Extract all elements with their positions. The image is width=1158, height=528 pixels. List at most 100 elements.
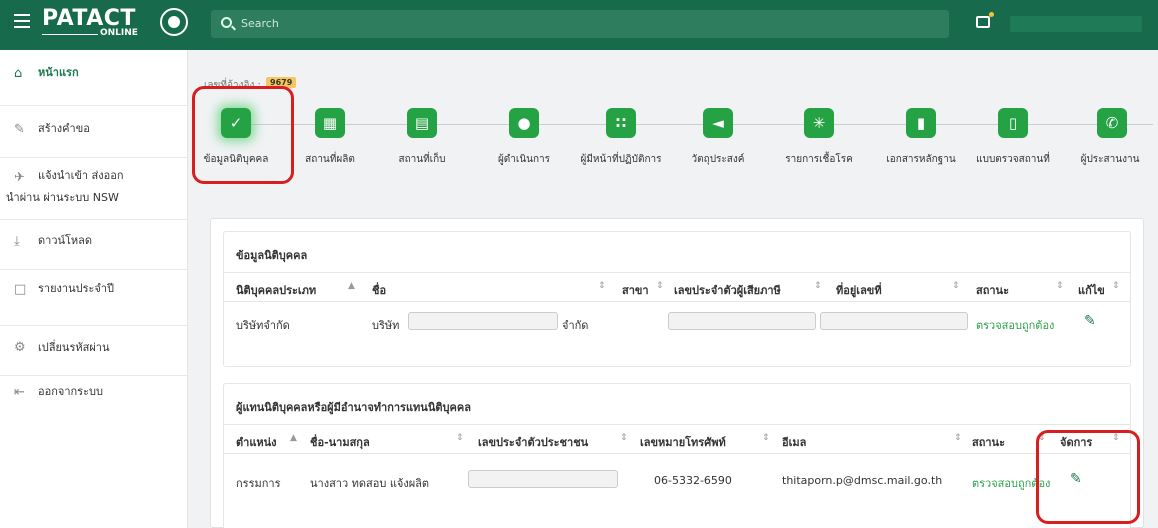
sidebar-item-label: ออกจากระบบ [38,385,103,398]
clipboard-icon: ▯ [1008,114,1018,132]
step-operator[interactable]: ● [509,108,539,138]
users-icon: ∷ [615,114,627,132]
representative-card: ผู้แทนนิติบุคคลหรือผู้มีอำนาจทำการแทนนิต… [223,383,1131,528]
notification-icon[interactable] [976,12,994,28]
step-label: สถานที่เก็บ [398,154,446,165]
step-site-inspection[interactable]: ▯ [998,108,1028,138]
phone-cell: 06-5332-6590 [654,474,732,487]
column-header[interactable]: อีเมล [782,433,806,451]
sort-icon[interactable]: ⇕ [656,281,664,291]
email-cell: thitaporn.p@dmsc.mail.go.th [782,474,943,487]
sidebar-item-label: รายงานประจำปี [38,282,115,295]
sidebar-item-label-line2: นำผ่าน ผ่านระบบ NSW [6,191,119,204]
sort-icon[interactable]: ⇕ [598,281,606,291]
column-header[interactable]: ชื่อ [372,281,386,299]
column-header[interactable]: สาขา [622,281,649,299]
sort-icon[interactable]: ⇕ [814,281,822,291]
sort-icon[interactable]: ⇕ [1056,281,1064,291]
sort-icon[interactable]: ▲ [348,281,355,291]
card-title: ผู้แทนนิติบุคคลหรือผู้มีอำนาจทำการแทนนิต… [236,401,471,414]
home-icon: ⌂ [14,66,23,81]
type-cell: บริษัทจำกัด [236,319,290,332]
step-evidence-documents[interactable]: ▮ [906,108,936,138]
sort-icon[interactable]: ⇕ [456,433,464,443]
step-label: เอกสารหลักฐาน [886,154,956,165]
table-header: นิติบุคคลประเภท ▲ ชื่อ ⇕ สาขา ⇕ เลขประจำ… [224,272,1130,302]
patact-logo[interactable]: PATACT ONLINE [42,6,190,42]
sidebar-item-home[interactable]: ⌂ หน้าแรก [0,50,187,106]
step-storage-site[interactable]: ▤ [407,108,437,138]
sidebar-item-change-password[interactable]: ⚙ เปลี่ยนรหัสผ่าน [0,326,187,376]
step-label: ผู้ดำเนินการ [497,154,551,165]
column-header[interactable]: เลขประจำตัวผู้เสียภาษี [674,281,781,299]
position-cell: กรรมการ [236,477,281,490]
search-placeholder: Search [241,17,279,30]
sidebar-item-label: หน้าแรก [38,66,79,79]
step-coordinator[interactable]: ✆ [1097,108,1127,138]
juristic-person-card: ข้อมูลนิติบุคคล นิติบุคคลประเภท ▲ ชื่อ ⇕… [223,231,1131,367]
edit-icon[interactable]: ✎ [1084,314,1098,328]
sort-icon[interactable]: ⇕ [954,433,962,443]
citizen-id-field[interactable] [468,470,618,488]
column-header[interactable]: สถานะ [972,433,1005,451]
plane-icon: ✈ [14,170,25,185]
column-header[interactable]: ที่อยู่เลขที่ [836,281,882,299]
column-header[interactable]: แก้ไข [1078,281,1105,299]
sort-icon[interactable]: ⇕ [1112,281,1120,291]
logo-subtext: ONLINE [100,28,138,38]
top-bar: PATACT ONLINE Search [0,0,1158,50]
fullname-cell: นางสาว ทดสอบ แจ้งผลิต [310,477,430,490]
sidebar-item-download[interactable]: ⤓ ดาวน์โหลด [0,220,187,270]
sort-icon[interactable]: ⇕ [620,433,628,443]
tax-id-field[interactable] [668,312,816,330]
step-label: ผู้มีหน้าที่ปฏิบัติการ [580,154,662,165]
column-header[interactable]: เลขประจำตัวประชาชน [478,433,588,451]
pencil-icon: ✎ [14,122,25,137]
gears-icon: ⚙ [14,340,26,355]
emblem-icon [160,8,188,36]
highlight-manage-column [1036,430,1140,524]
table-header: ตำแหน่ง ▲ ชื่อ-นามสกุล ⇕ เลขประจำตัวประช… [224,424,1130,454]
sidebar: ⌂ หน้าแรก ✎ สร้างคำขอ ✈ แจ้งนำเข้า ส่งออ… [0,50,188,528]
step-purpose[interactable]: ◄ [703,108,733,138]
sidebar-item-label: สร้างคำขอ [38,122,90,135]
step-responsible-persons[interactable]: ∷ [606,108,636,138]
column-header[interactable]: ตำแหน่ง [236,433,277,451]
step-label: ผู้ประสานงาน [1080,154,1140,165]
column-header[interactable]: เลขหมายโทรศัพท์ [640,433,726,451]
highlight-step-juristic-person [192,86,294,184]
sort-icon[interactable]: ▲ [290,433,297,443]
megaphone-icon: ◄ [712,114,724,132]
name-prefix: บริษัท [372,319,400,332]
step-label: แบบตรวจสถานที่ [976,154,1050,165]
user-name-redacted[interactable] [1010,16,1142,32]
sort-icon[interactable]: ⇕ [952,281,960,291]
main-content: เลขที่อ้างอิง : 9679 ✓ ▦ ▤ ● ∷ ◄ ✳ ▮ ▯ ✆… [188,50,1158,528]
sidebar-item-import-export[interactable]: ✈ แจ้งนำเข้า ส่งออก นำผ่าน ผ่านระบบ NSW [0,158,187,220]
logout-icon: ⇤ [14,385,25,400]
sidebar-item-annual-report[interactable]: □ รายงานประจำปี [0,270,187,326]
building-icon: ▦ [322,114,338,132]
step-production-site[interactable]: ▦ [315,108,345,138]
company-name-field[interactable] [408,312,558,330]
sort-icon[interactable]: ⇕ [762,433,770,443]
card-title: ข้อมูลนิติบุคคล [236,249,308,262]
step-pathogen-list[interactable]: ✳ [804,108,834,138]
germs-icon: ✳ [812,114,826,132]
status-badge: ตรวจสอบถูกต้อง [976,319,1055,332]
menu-icon[interactable] [14,14,30,28]
address-field[interactable] [820,312,968,330]
sidebar-item-label: ดาวน์โหลด [38,234,93,247]
column-header[interactable]: สถานะ [976,281,1009,299]
sidebar-item-create-request[interactable]: ✎ สร้างคำขอ [0,106,187,158]
document-icon: □ [14,282,27,297]
column-header[interactable]: ชื่อ-นามสกุล [310,433,370,451]
column-header[interactable]: นิติบุคคลประเภท [236,281,316,299]
sidebar-item-label: เปลี่ยนรหัสผ่าน [38,341,110,354]
sidebar-item-logout[interactable]: ⇤ ออกจากระบบ [0,376,187,412]
logo-underline [42,34,98,35]
step-label: สถานที่ผลิต [305,154,355,165]
sidebar-item-label: แจ้งนำเข้า ส่งออก [38,169,124,182]
archive-icon: ▤ [414,114,430,132]
search-input[interactable]: Search [211,10,949,38]
